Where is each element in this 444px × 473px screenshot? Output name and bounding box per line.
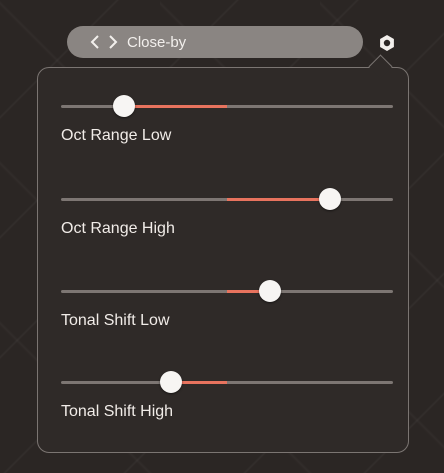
chevron-left-icon[interactable]	[87, 26, 103, 58]
slider-fill	[124, 105, 227, 108]
slider-label: Tonal Shift High	[61, 403, 174, 420]
slider-label: Oct Range High	[61, 220, 175, 237]
slider-thumb[interactable]	[159, 371, 182, 393]
gear-icon[interactable]	[377, 33, 397, 53]
slider-track[interactable]	[61, 105, 393, 108]
slider-thumb[interactable]	[259, 280, 282, 302]
slider-label: Oct Range Low	[61, 127, 172, 144]
settings-popover	[37, 67, 409, 453]
chevron-right-icon[interactable]	[105, 26, 121, 58]
slider-fill	[227, 198, 330, 201]
preset-name: Close-by	[127, 33, 187, 51]
preset-selector[interactable]: Close-by	[67, 26, 363, 58]
slider-label: Tonal Shift Low	[61, 312, 170, 329]
slider-thumb[interactable]	[318, 188, 341, 210]
slider-track[interactable]	[61, 381, 393, 384]
slider-thumb[interactable]	[113, 95, 136, 117]
